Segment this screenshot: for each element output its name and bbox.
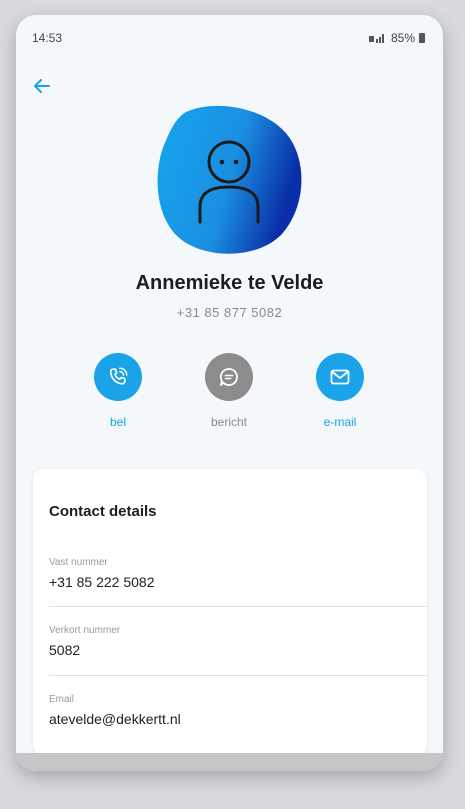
phone-icon[interactable] — [94, 353, 142, 401]
call-button[interactable]: bel — [78, 353, 158, 429]
back-arrow-icon[interactable] — [34, 77, 58, 97]
contact-details-card: Contact details Vast nummer +31 85 222 5… — [33, 469, 427, 755]
email-field-label: Email — [49, 694, 75, 705]
battery-icon — [419, 33, 425, 43]
short-number-value[interactable]: 5082 — [49, 642, 80, 658]
status-time: 14:53 — [32, 31, 63, 45]
contact-details-title: Contact details — [49, 503, 157, 520]
divider — [49, 675, 427, 676]
short-number-label: Verkort nummer — [49, 625, 121, 636]
email-label: e-mail — [323, 415, 357, 429]
message-button[interactable]: bericht — [189, 353, 269, 429]
email-field[interactable]: Email atevelde@dekkertt.nl — [33, 694, 427, 762]
status-indicators: 85% — [368, 31, 425, 45]
contact-avatar — [157, 105, 302, 254]
contact-phone-number: +31 85 877 5082 — [176, 305, 283, 320]
landline-value[interactable]: +31 85 222 5082 — [49, 574, 155, 590]
short-number-field[interactable]: Verkort nummer 5082 — [33, 625, 427, 693]
battery-percent: 85% — [390, 31, 415, 45]
email-button[interactable]: e-mail — [300, 353, 380, 429]
message-icon[interactable] — [205, 353, 253, 401]
status-bar: 14:53 85% — [32, 31, 425, 51]
contact-name: Annemieke te Velde — [135, 272, 324, 294]
phone-screen: 14:53 85% Annemieke te Velde +31 85 877 … — [16, 15, 443, 771]
divider — [49, 606, 427, 607]
call-label: bel — [109, 415, 126, 429]
email-icon[interactable] — [316, 353, 364, 401]
landline-field[interactable]: Vast nummer +31 85 222 5082 — [33, 557, 427, 625]
bottom-bar — [16, 753, 443, 771]
email-field-value[interactable]: atevelde@dekkertt.nl — [49, 711, 181, 727]
signal-icon — [368, 34, 384, 43]
landline-label: Vast nummer — [49, 557, 108, 568]
message-label: bericht — [210, 415, 248, 429]
